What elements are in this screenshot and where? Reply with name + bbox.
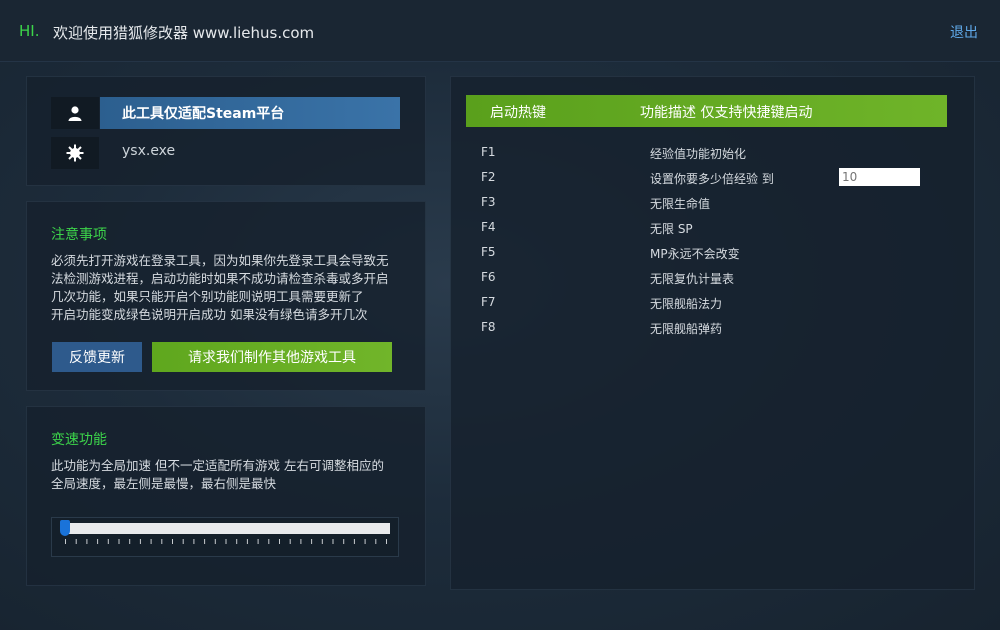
hotkey-desc: 无限生命值 [650,197,711,211]
speed-title: 变速功能 [51,432,107,448]
hotkey-row[interactable]: F7 无限舰船法力 [451,293,976,313]
notes-title: 注意事项 [51,227,107,243]
process-name: ysx.exe [122,143,176,159]
notes-line: 几次功能，如果只能开启个别功能则说明工具需要更新了 [51,289,364,304]
slider-thumb[interactable] [60,520,70,536]
speed-slider[interactable] [51,517,399,557]
logout-link[interactable]: 退出 [950,22,978,42]
platform-notice: 此工具仅适配Steam平台 [100,97,400,129]
hotkey-row[interactable]: F6 无限复仇计量表 [451,268,976,288]
notes-line: 必须先打开游戏在登录工具，因为如果你先登录工具会导致无 [51,253,389,268]
hotkey-row[interactable]: F8 无限舰船弹药 [451,318,976,338]
platform-label: 此工具仅适配Steam平台 [122,106,285,122]
hotkey-key: F3 [481,195,496,209]
notes-text: 必须先打开游戏在登录工具，因为如果你先登录工具会导致无 法检测游戏进程，启动功能… [51,252,389,324]
hotkey-row[interactable]: F1 经验值功能初始化 [451,143,976,163]
info-panel: 此工具仅适配Steam平台 ysx.exe [26,76,426,186]
request-tools-button[interactable]: 请求我们制作其他游戏工具 [152,342,392,372]
hotkeys-panel: 启动热键 功能描述 仅支持快捷键启动 F1 经验值功能初始化 F2 设置你要多少… [450,76,975,590]
header-hotkey-label: 启动热键 [490,105,546,121]
hotkey-key: F7 [481,295,496,309]
speed-line: 此功能为全局加速 但不一定适配所有游戏 左右可调整相应的 [51,458,384,473]
slider-track[interactable] [62,523,390,534]
slider-ticks [65,539,387,544]
user-icon-box [51,97,99,129]
speed-text: 此功能为全局加速 但不一定适配所有游戏 左右可调整相应的 全局速度，最左侧是最慢… [51,457,384,493]
hotkey-row[interactable]: F2 设置你要多少倍经验 到 [451,168,976,188]
greeting: HI. [19,22,40,40]
hotkey-key: F4 [481,220,496,234]
notes-line: 开启功能变成绿色说明开启成功 如果没有绿色请多开几次 [51,307,368,322]
hotkey-row[interactable]: F5 MP永远不会改变 [451,243,976,263]
hotkey-desc: MP永远不会改变 [650,247,740,261]
speed-panel: 变速功能 此功能为全局加速 但不一定适配所有游戏 左右可调整相应的 全局速度，最… [26,406,426,586]
hotkey-desc: 设置你要多少倍经验 到 [650,172,774,186]
title-bar: HI. 欢迎使用猎狐修改器 www.liehus.com 退出 [0,0,1000,62]
hotkey-key: F5 [481,245,496,259]
notes-panel: 注意事项 必须先打开游戏在登录工具，因为如果你先登录工具会导致无 法检测游戏进程… [26,201,426,391]
feedback-button[interactable]: 反馈更新 [52,342,142,372]
hotkey-desc: 无限舰船弹药 [650,322,723,336]
hotkey-desc: 无限舰船法力 [650,297,723,311]
hotkey-desc: 无限 SP [650,222,693,236]
process-icon-box [51,137,99,169]
speed-line: 全局速度，最左侧是最慢，最右侧是最快 [51,476,277,491]
notes-line: 法检测游戏进程，启动功能时如果不成功请检查杀毒或多开启 [51,271,389,286]
hotkey-key: F2 [481,170,496,184]
welcome-text: 欢迎使用猎狐修改器 www.liehus.com [53,24,315,42]
exp-multiplier-input[interactable] [839,168,920,186]
hotkey-key: F1 [481,145,496,159]
hotkey-desc: 经验值功能初始化 [650,147,747,161]
gear-icon [66,144,84,162]
hotkey-row[interactable]: F4 无限 SP [451,218,976,238]
user-icon [68,106,82,121]
hotkey-header: 启动热键 功能描述 仅支持快捷键启动 [466,95,947,127]
hotkey-key: F6 [481,270,496,284]
hotkey-desc: 无限复仇计量表 [650,272,735,286]
hotkey-row[interactable]: F3 无限生命值 [451,193,976,213]
header-description-label: 功能描述 仅支持快捷键启动 [640,105,813,121]
hotkey-key: F8 [481,320,496,334]
